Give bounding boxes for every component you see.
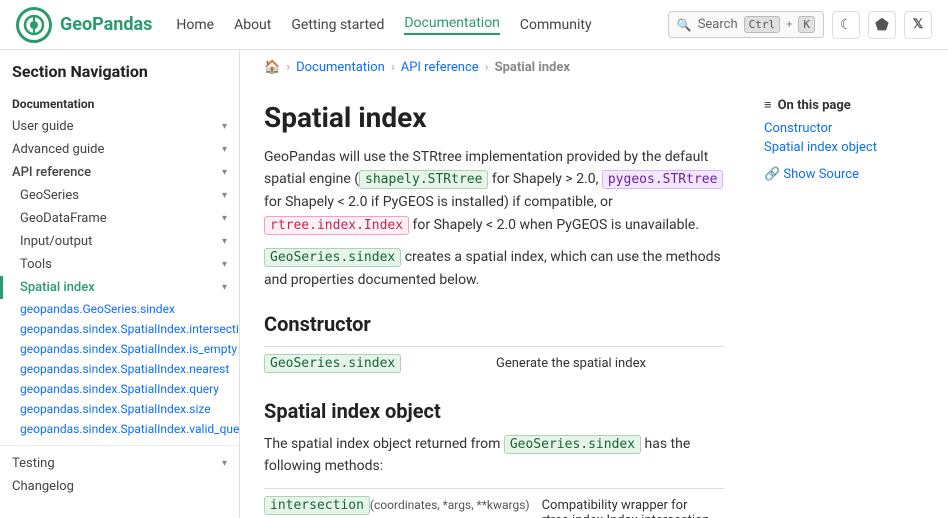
- main-nav: Home About Getting started Documentation…: [176, 15, 667, 35]
- nav-community[interactable]: Community: [520, 17, 592, 33]
- twitter-icon: 𝕏: [913, 17, 923, 32]
- twitter-button[interactable]: 𝕏: [904, 11, 932, 39]
- breadcrumb-home-link[interactable]: 🏠: [264, 60, 280, 75]
- code-geoseries-sindex-obj: GeoSeries.sindex: [504, 435, 641, 454]
- constructor-table: GeoSeries.sindex Generate the spatial in…: [264, 346, 724, 379]
- desc-paragraph: GeoSeries.sindex creates a spatial index…: [264, 246, 724, 291]
- search-label: Search: [698, 17, 738, 32]
- show-source-link[interactable]: 🔗 Show Source: [764, 167, 932, 182]
- github-icon: ⬟: [875, 15, 889, 34]
- header: GeoPandas Home About Getting started Doc…: [0, 0, 948, 50]
- content-columns: Spatial index GeoPandas will use the STR…: [240, 85, 948, 518]
- breadcrumb: 🏠 › Documentation › API reference › Spat…: [240, 50, 948, 85]
- api-desc: Generate the spatial index: [496, 356, 724, 371]
- sidebar-subitem-5[interactable]: geopandas.sindex.SpatialIndex.size: [0, 399, 239, 419]
- kbd-k: K: [798, 16, 815, 33]
- theme-toggle-button[interactable]: ☾: [832, 11, 860, 39]
- constructor-title: Constructor: [264, 312, 724, 336]
- sidebar-item-advanced-guide[interactable]: Advanced guide ▾: [0, 138, 239, 161]
- sidebar-subitem-4[interactable]: geopandas.sindex.SpatialIndex.query: [0, 379, 239, 399]
- nav-getting-started[interactable]: Getting started: [291, 17, 384, 33]
- intro-paragraph: GeoPandas will use the STRtree implement…: [264, 146, 724, 236]
- sidebar-title: Section Navigation: [0, 62, 239, 89]
- nav-home[interactable]: Home: [176, 17, 214, 33]
- chevron-down-icon: ▾: [222, 190, 227, 201]
- logo-text: GeoPandas: [60, 14, 152, 35]
- sidebar-divider: [0, 445, 239, 446]
- sidebar: Section Navigation Documentation User gu…: [0, 50, 240, 518]
- breadcrumb-current: Spatial index: [495, 60, 570, 75]
- search-box[interactable]: 🔍 Search Ctrl + K: [668, 11, 824, 38]
- source-icon: 🔗: [764, 167, 780, 182]
- chevron-down-icon: ▾: [222, 121, 227, 132]
- object-table: intersection(coordinates, *args, **kwarg…: [264, 488, 724, 518]
- table-row: GeoSeries.sindex Generate the spatial in…: [264, 347, 724, 379]
- list-icon: ≡: [764, 97, 772, 113]
- sidebar-item-geodataframe[interactable]: GeoDataFrame ▾: [0, 207, 239, 230]
- chevron-down-icon: ▾: [222, 213, 227, 224]
- nav-about[interactable]: About: [234, 17, 271, 33]
- sidebar-item-input-output[interactable]: Input/output ▾: [0, 230, 239, 253]
- code-pygeos-strtree: pygeos.STRtree: [602, 170, 724, 189]
- code-shapely-strtree: shapely.STRtree: [359, 170, 488, 189]
- chevron-down-icon: ▾: [222, 236, 227, 247]
- right-sidebar-link-spatial-index-object[interactable]: Spatial index object: [764, 140, 932, 155]
- sidebar-item-api-reference[interactable]: API reference ▾: [0, 161, 239, 184]
- api-intersection-desc: Compatibility wrapper for rtree.index.In…: [542, 498, 724, 518]
- search-icon: 🔍: [677, 18, 692, 32]
- sidebar-item-testing[interactable]: Testing ▾: [0, 452, 239, 475]
- nav-documentation[interactable]: Documentation: [404, 15, 500, 35]
- chevron-down-icon: ▾: [222, 259, 227, 270]
- github-button[interactable]: ⬟: [868, 11, 896, 39]
- sidebar-subitem-1[interactable]: geopandas.sindex.SpatialIndex.intersecti…: [0, 319, 239, 339]
- layout: Section Navigation Documentation User gu…: [0, 50, 948, 518]
- chevron-down-icon: ▾: [222, 282, 227, 293]
- code-rtree: rtree.index.Index: [264, 216, 409, 235]
- page-title: Spatial index: [264, 101, 724, 134]
- moon-icon: ☾: [840, 17, 853, 33]
- chevron-down-icon: ▾: [222, 167, 227, 178]
- object-intro: The spatial index object returned from G…: [264, 433, 724, 478]
- kbd-ctrl: Ctrl: [744, 16, 781, 33]
- header-right: 🔍 Search Ctrl + K ☾ ⬟ 𝕏: [668, 11, 932, 39]
- breadcrumb-docs-link[interactable]: Documentation: [296, 60, 385, 75]
- object-title: Spatial index object: [264, 399, 724, 423]
- right-sidebar-link-constructor[interactable]: Constructor: [764, 121, 932, 136]
- chevron-down-icon: ▾: [222, 458, 227, 469]
- sidebar-subitem-0[interactable]: geopandas.GeoSeries.sindex: [0, 299, 239, 319]
- content-area: 🏠 › Documentation › API reference › Spat…: [240, 50, 948, 518]
- sidebar-section-label: Documentation: [0, 89, 239, 115]
- sidebar-subitem-2[interactable]: geopandas.sindex.SpatialIndex.is_empty: [0, 339, 239, 359]
- breadcrumb-api-link[interactable]: API reference: [401, 60, 479, 75]
- sidebar-item-tools[interactable]: Tools ▾: [0, 253, 239, 276]
- logo-area[interactable]: GeoPandas: [16, 7, 152, 43]
- chevron-down-icon: ▾: [222, 144, 227, 155]
- right-sidebar: ≡ On this page Constructor Spatial index…: [748, 85, 948, 518]
- code-geoseries-sindex-desc: GeoSeries.sindex: [264, 248, 401, 267]
- sidebar-item-changelog[interactable]: Changelog: [0, 475, 239, 498]
- api-intersection[interactable]: intersection: [264, 496, 370, 515]
- content-inner: Spatial index GeoPandas will use the STR…: [264, 101, 724, 518]
- main-content: Spatial index GeoPandas will use the STR…: [240, 85, 748, 518]
- sidebar-subitem-3[interactable]: geopandas.sindex.SpatialIndex.nearest: [0, 359, 239, 379]
- sidebar-item-spatial-index[interactable]: Spatial index ▾: [0, 276, 239, 299]
- table-row: intersection(coordinates, *args, **kwarg…: [264, 489, 724, 518]
- sidebar-subitem-6[interactable]: geopandas.sindex.SpatialIndex.valid_quer…: [0, 419, 239, 439]
- logo-icon: [16, 7, 52, 43]
- right-sidebar-title: ≡ On this page: [764, 97, 932, 113]
- sidebar-item-geoseries[interactable]: GeoSeries ▾: [0, 184, 239, 207]
- api-geoseries-sindex[interactable]: GeoSeries.sindex: [264, 354, 401, 373]
- sidebar-item-user-guide[interactable]: User guide ▾: [0, 115, 239, 138]
